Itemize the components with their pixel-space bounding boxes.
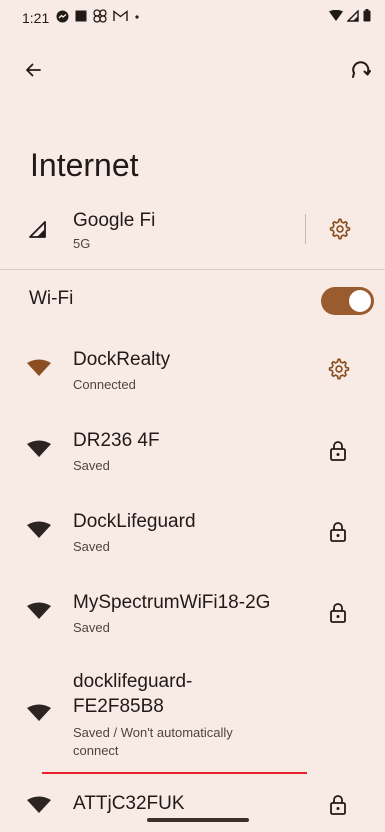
network-name: DockRealty	[73, 349, 171, 370]
refresh-button[interactable]	[345, 54, 377, 86]
wifi-icon	[27, 704, 51, 721]
gear-icon[interactable]	[329, 218, 351, 240]
network-name: ATTjC32FUK	[73, 793, 185, 814]
wifi-network-item[interactable]: MySpectrumWiFi18-2G Saved	[0, 581, 385, 647]
lock-icon	[330, 441, 346, 461]
mobile-network-row[interactable]: Google Fi 5G	[0, 200, 385, 266]
arrow-left-icon	[26, 63, 41, 77]
wifi-toggle-row[interactable]: Wi-Fi	[0, 278, 385, 322]
mobile-network-name: Google Fi	[73, 210, 156, 231]
network-name: DockLifeguard	[73, 511, 196, 532]
wifi-icon	[27, 359, 51, 376]
dot-icon	[135, 15, 139, 19]
wifi-icon	[27, 440, 51, 457]
battery-icon	[363, 9, 371, 22]
wifi-signal-icon	[329, 9, 343, 21]
network-status-line2: connect	[73, 743, 119, 758]
cell-signal-icon	[347, 9, 359, 22]
wifi-toggle-switch[interactable]	[321, 287, 374, 315]
refresh-icon	[352, 61, 371, 78]
network-name: DR236 4F	[73, 430, 160, 451]
wifi-network-item[interactable]: ATTjC32FUK	[0, 784, 385, 832]
wifi-icon	[27, 602, 51, 619]
network-status: Saved	[73, 458, 110, 473]
network-status: Connected	[73, 377, 136, 392]
messenger-icon	[56, 10, 69, 22]
fan-icon	[93, 9, 107, 23]
network-name: MySpectrumWiFi18-2G	[73, 592, 271, 613]
network-status: Saved	[73, 539, 110, 554]
cell-signal-icon	[29, 221, 46, 238]
page-title: Internet	[30, 147, 139, 183]
wifi-network-item[interactable]: docklifeguard- FE2F85B8 Saved / Won't au…	[0, 664, 385, 764]
back-button[interactable]	[18, 55, 48, 85]
wifi-network-item[interactable]: DR236 4F Saved	[0, 419, 385, 485]
wifi-icon	[27, 521, 51, 538]
lock-icon	[330, 522, 346, 542]
notification-icons	[56, 9, 140, 23]
status-bar: 1:21	[0, 0, 385, 38]
row-divider	[305, 214, 306, 244]
wifi-icon	[27, 796, 51, 813]
gesture-nav-handle[interactable]	[147, 818, 249, 822]
square-icon	[75, 10, 87, 22]
section-divider	[0, 269, 385, 270]
wifi-label: Wi-Fi	[29, 288, 74, 309]
highlight-underline	[42, 772, 307, 774]
network-name-line2: FE2F85B8	[73, 696, 164, 717]
system-icons	[329, 9, 371, 22]
network-name-line1: docklifeguard-	[73, 671, 193, 692]
toggle-thumb	[349, 290, 371, 312]
gear-icon[interactable]	[328, 358, 350, 380]
network-status-line1: Saved / Won't automatically	[73, 725, 233, 740]
gmail-icon	[113, 10, 128, 21]
lock-icon	[330, 795, 346, 815]
wifi-network-item[interactable]: DockLifeguard Saved	[0, 500, 385, 566]
wifi-network-item[interactable]: DockRealty Connected	[0, 338, 385, 404]
status-time: 1:21	[22, 10, 50, 26]
network-status: Saved	[73, 620, 110, 635]
mobile-network-type: 5G	[73, 236, 91, 251]
lock-icon	[330, 603, 346, 623]
